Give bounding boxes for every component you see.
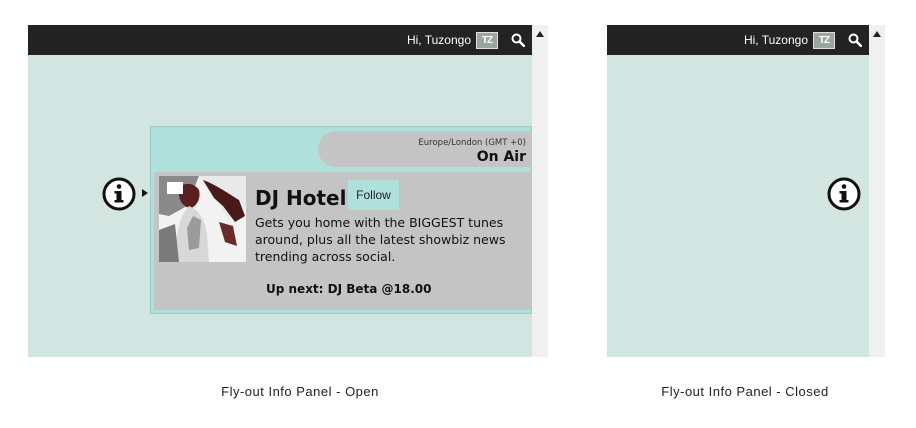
user-greeting: Hi, Tuzongo <box>406 33 471 47</box>
info-icon[interactable] <box>827 177 861 211</box>
scroll-up-arrow-icon[interactable] <box>532 25 548 43</box>
scrollbar[interactable] <box>532 25 548 357</box>
open-view-frame: Hi, Tuzongo TZ Europe/London (GMT +0) On… <box>28 25 548 357</box>
dj-name: DJ Hotel <box>255 186 347 210</box>
caption-closed: Fly-out Info Panel - Closed <box>661 384 829 399</box>
dj-photo <box>159 176 246 262</box>
user-greeting: Hi, Tuzongo <box>743 33 808 47</box>
pointer-arrow-icon <box>142 189 148 197</box>
top-bar: Hi, Tuzongo TZ <box>28 25 532 55</box>
search-icon[interactable] <box>847 32 863 48</box>
show-description: Gets you home with the BIGGEST tunes aro… <box>255 215 506 264</box>
follow-button[interactable]: Follow <box>348 180 399 210</box>
search-icon[interactable] <box>510 32 526 48</box>
scroll-up-arrow-icon[interactable] <box>869 25 885 43</box>
info-icon[interactable] <box>102 177 136 211</box>
top-bar: Hi, Tuzongo TZ <box>607 25 869 55</box>
closed-view-frame: Hi, Tuzongo TZ <box>607 25 885 357</box>
scrollbar[interactable] <box>869 25 885 357</box>
up-next-label: Up next: DJ Beta @18.00 <box>266 282 432 296</box>
user-avatar[interactable]: TZ <box>813 31 835 49</box>
user-avatar[interactable]: TZ <box>476 31 498 49</box>
on-air-status: On Air <box>476 149 526 165</box>
info-flyout-panel: Europe/London (GMT +0) On Air DJ Hotel F… <box>150 126 532 314</box>
timezone-label: Europe/London (GMT +0) <box>418 138 526 148</box>
show-details: DJ Hotel Follow Gets you home with the B… <box>154 172 532 310</box>
caption-open: Fly-out Info Panel - Open <box>221 384 379 399</box>
on-air-header: Europe/London (GMT +0) On Air <box>318 131 532 167</box>
